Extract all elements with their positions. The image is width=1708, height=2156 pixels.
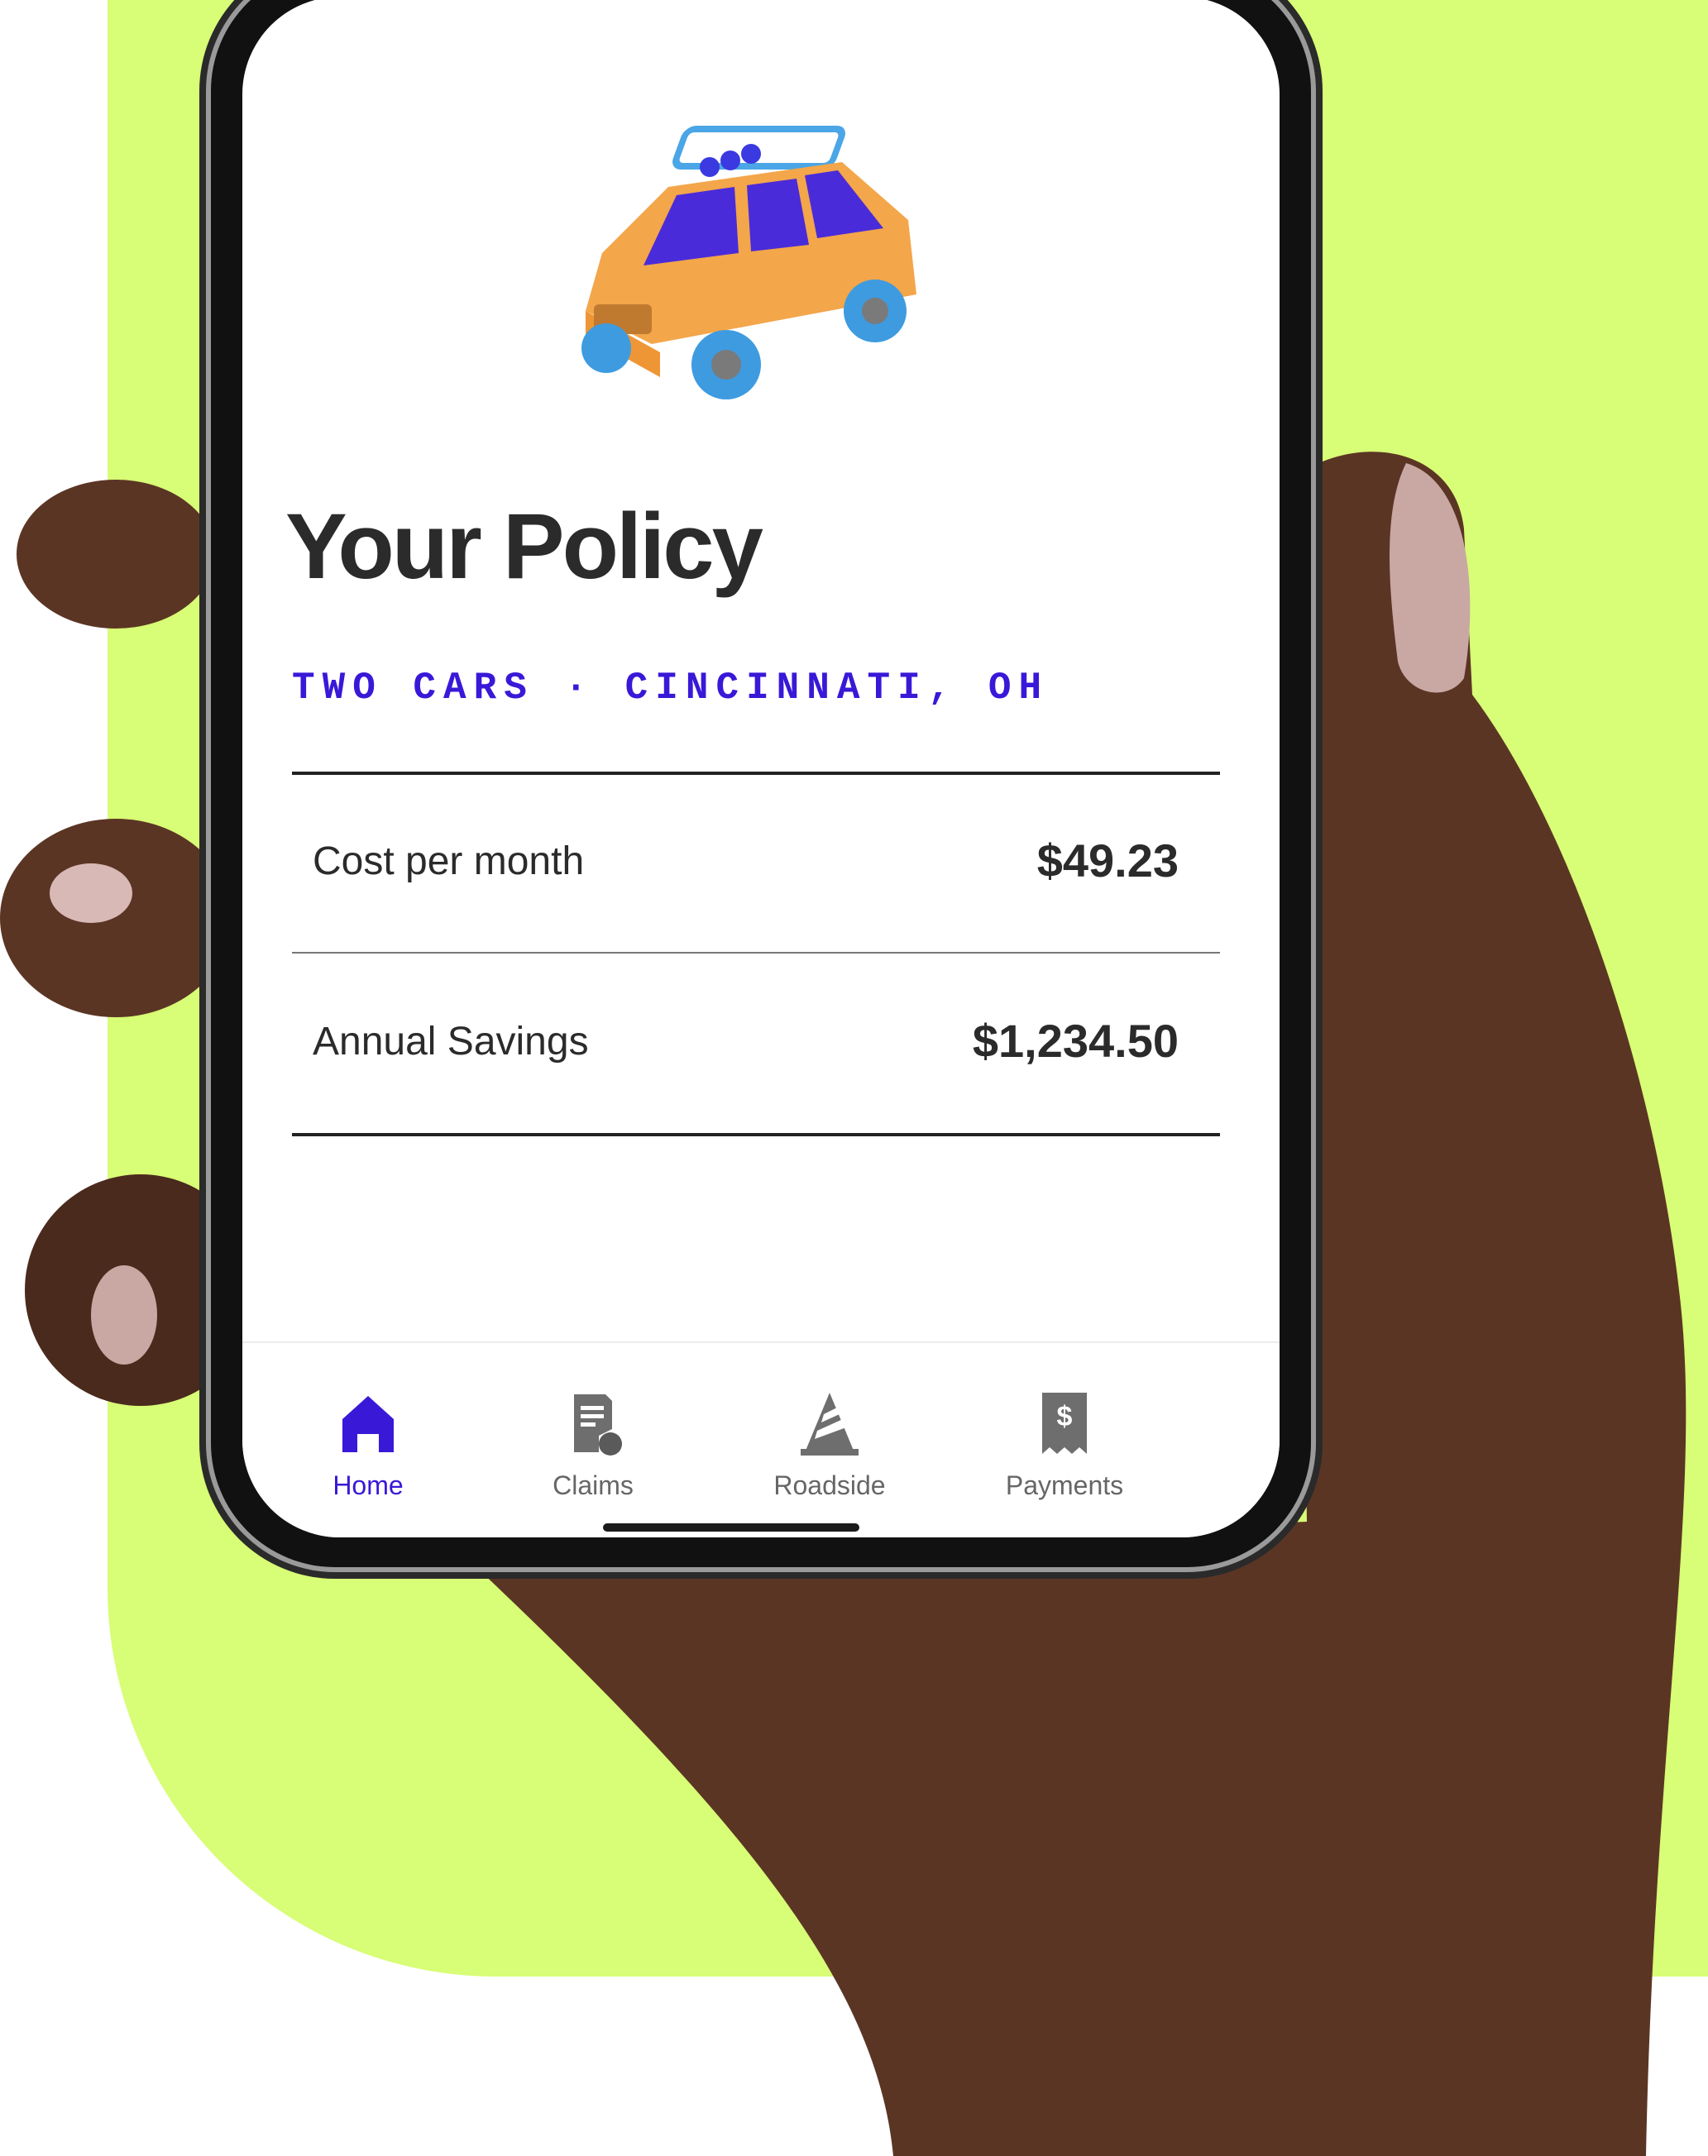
phone-screen: Your Policy TWO CARS · CINCINNATI, OH Co… — [242, 0, 1280, 1537]
claims-document-icon — [574, 1394, 622, 1456]
home-icon — [342, 1396, 394, 1452]
annual-savings-value: $1,234.50 — [972, 1015, 1179, 1067]
cost-per-month-label: Cost per month — [313, 839, 585, 883]
divider-bottom — [292, 1133, 1220, 1136]
cost-per-month-value: $49.23 — [1036, 834, 1179, 887]
page-title: Your Policy — [285, 495, 763, 598]
svg-text:$: $ — [1057, 1401, 1073, 1432]
tab-payments[interactable]: $ Payments — [974, 1386, 1155, 1501]
cost-per-month-row: Cost per month $49.23 — [292, 774, 1220, 953]
tab-home[interactable]: Home — [277, 1386, 459, 1501]
tab-payments-label: Payments — [1005, 1470, 1124, 1500]
annual-savings-row: Annual Savings $1,234.50 — [292, 954, 1220, 1133]
tab-claims[interactable]: Claims — [502, 1386, 684, 1501]
receipt-dollar-icon: $ — [1042, 1393, 1087, 1454]
tab-roadside[interactable]: Roadside — [739, 1386, 921, 1501]
policy-subtitle: TWO CARS · CINCINNATI, OH — [292, 667, 1050, 710]
traffic-cone-icon — [801, 1393, 859, 1456]
tab-claims-label: Claims — [553, 1470, 634, 1500]
annual-savings-label: Annual Savings — [313, 1020, 589, 1064]
divider-middle — [292, 952, 1220, 954]
car-illustration — [581, 126, 916, 399]
tab-home-label: Home — [333, 1470, 404, 1500]
home-indicator[interactable] — [603, 1523, 859, 1532]
bottom-tab-bar: Home Claims Roadside $ Payments — [242, 1341, 1280, 1537]
tab-roadside-label: Roadside — [773, 1470, 886, 1500]
phone-frame: Your Policy TWO CARS · CINCINNATI, OH Co… — [211, 0, 1311, 1567]
